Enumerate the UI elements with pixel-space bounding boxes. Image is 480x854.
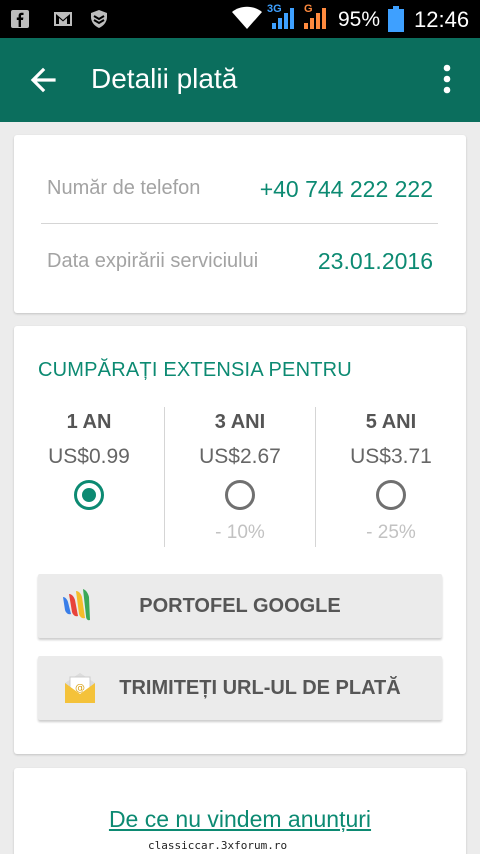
page-title: Detalii plată [91, 63, 238, 94]
clock: 12:46 [414, 7, 470, 32]
battery-percent: 95% [338, 8, 381, 31]
app-toolbar: Detalii plată [0, 38, 480, 122]
plan-radio[interactable] [376, 480, 406, 510]
shield-app-icon [91, 10, 107, 28]
send-payment-url-label: TRIMITEȚI URL-UL DE PLATĂ [119, 677, 401, 699]
divider [41, 223, 438, 224]
plan-option-3-years[interactable]: 3 ANI US$2.67 - 10% [165, 406, 315, 548]
signal-icon [272, 8, 294, 29]
plan-price: US$0.99 [48, 445, 130, 468]
plan-name: 3 ANI [214, 411, 266, 433]
plan-radio-selected[interactable] [74, 480, 104, 510]
plan-name: 5 ANI [365, 411, 417, 433]
google-wallet-button[interactable]: PORTOFEL GOOGLE [38, 574, 442, 638]
extension-title: CUMPĂRAȚI EXTENSIA PENTRU [38, 359, 352, 381]
wifi-icon [232, 6, 262, 29]
send-payment-url-button[interactable]: @ TRIMITEȚI URL-UL DE PLATĂ [38, 656, 442, 720]
status-bar: 3G G 95% 12:46 [0, 0, 480, 38]
plan-discount: - 25% [366, 522, 416, 543]
plan-option-5-years[interactable]: 5 ANI US$3.71 - 25% [316, 406, 466, 548]
expiry-label: Data expirării serviciului [47, 250, 259, 272]
plan-option-1-year[interactable]: 1 AN US$0.99 [14, 406, 164, 548]
expiry-value: 23.01.2016 [317, 248, 433, 274]
phone-label: Număr de telefon [47, 177, 201, 199]
more-vert-icon[interactable] [430, 58, 464, 102]
account-details-card: Număr de telefon +40 744 222 222 Data ex… [14, 135, 466, 313]
why-no-ads-link[interactable]: De ce nu vindem anunțuri [14, 806, 466, 833]
extension-card: CUMPĂRAȚI EXTENSIA PENTRU 1 AN US$0.99 3… [14, 326, 466, 754]
plan-discount: - 10% [215, 522, 265, 543]
facebook-icon [11, 10, 29, 28]
google-wallet-label: PORTOFEL GOOGLE [139, 595, 341, 617]
phone-value: +40 744 222 222 [259, 176, 433, 202]
plan-price: US$2.67 [199, 445, 281, 468]
plan-price: US$3.71 [350, 445, 432, 468]
watermark: classiccar.3xforum.ro [144, 838, 287, 854]
plan-radio[interactable] [225, 480, 255, 510]
battery-icon [388, 6, 404, 32]
plan-name: 1 AN [66, 411, 112, 433]
signal-icon [304, 8, 326, 29]
arrow-left-icon[interactable] [22, 58, 66, 102]
gmail-icon [54, 12, 72, 26]
